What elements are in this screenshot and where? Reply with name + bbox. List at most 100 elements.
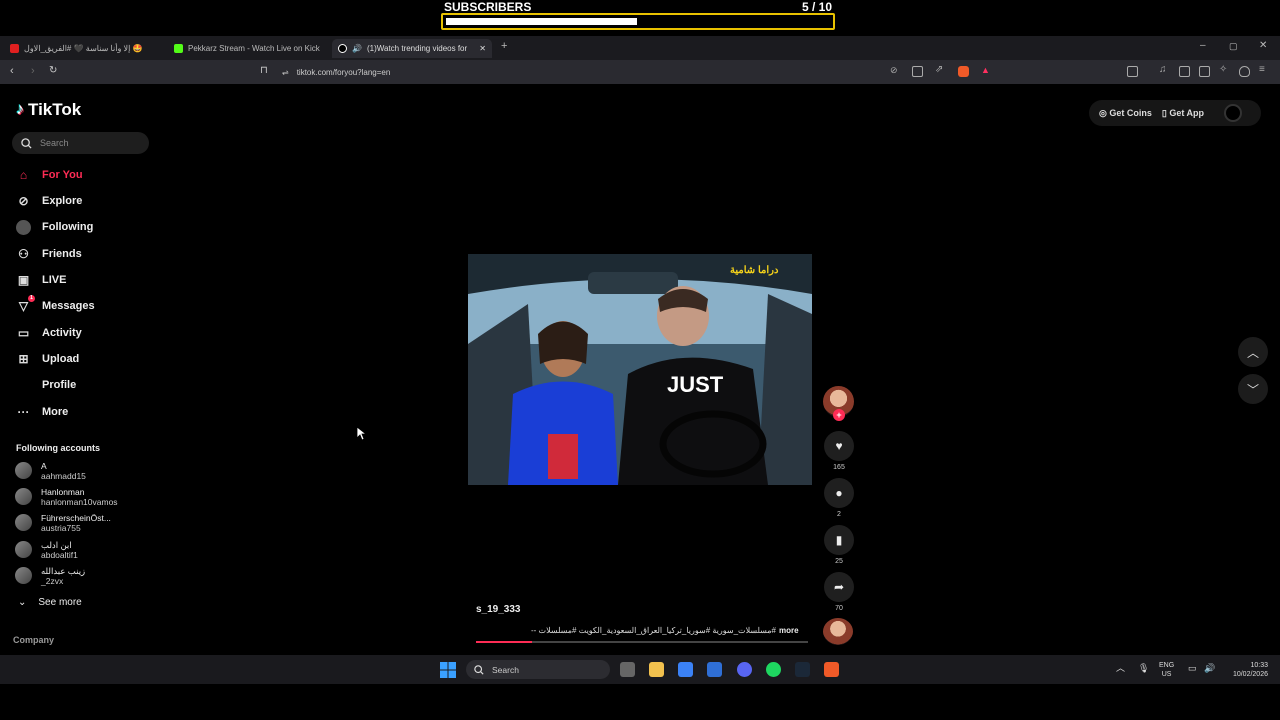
following-account[interactable]: Hanlonman hanlonman10vamos [15, 487, 118, 507]
browser-tab-2-label: Pekkarz Stream - Watch Live on Kick [188, 44, 320, 53]
wallet-icon[interactable] [1199, 66, 1210, 77]
youtube-icon [10, 44, 19, 53]
nav-more-label: More [42, 406, 69, 418]
brave-rewards-icon[interactable]: ▲ [981, 65, 992, 76]
bookmark-icon[interactable]: ⊓ [260, 65, 268, 76]
previous-video-button[interactable]: ︿ [1238, 337, 1268, 367]
nav-profile[interactable]: Profile [16, 377, 76, 393]
browser-tab-3[interactable]: 🔊 (1)Watch trending videos for ✕ [332, 39, 492, 58]
tiktok-note-icon: ♪ [16, 101, 24, 118]
following-account[interactable]: ابن ادلب abdoaltif1 [15, 540, 78, 560]
comment-action[interactable]: ● 2 [824, 478, 854, 518]
nav-for-you[interactable]: ⌂ For You [16, 167, 83, 183]
store-icon[interactable] [678, 662, 693, 677]
close-window-button[interactable]: ✕ [1259, 40, 1267, 51]
search-input[interactable] [40, 138, 140, 148]
menu-icon[interactable]: ≡ [1259, 64, 1270, 75]
vpn-icon[interactable] [1239, 66, 1250, 77]
like-action[interactable]: ♥ 165 [824, 431, 854, 471]
profile-icon [16, 378, 31, 393]
spotify-icon[interactable] [766, 662, 781, 677]
get-app-button[interactable]: ▯ Get App [1162, 108, 1204, 119]
following-account[interactable]: زينب عبدالله _2zvx [15, 566, 85, 586]
nav-more[interactable]: ··· More [16, 404, 69, 420]
nav-friends[interactable]: ⚇ Friends [16, 246, 82, 262]
save-action[interactable]: ▮ 25 [824, 525, 854, 565]
close-tab-icon[interactable]: ✕ [479, 44, 486, 53]
next-video-button[interactable]: ﹀ [1238, 374, 1268, 404]
volume-icon[interactable]: 🔊 [1204, 664, 1215, 673]
no-cam-icon[interactable]: ⊘ [890, 65, 901, 76]
network-icon[interactable]: ▭ [1188, 664, 1197, 673]
reload-icon[interactable]: ↻ [49, 65, 57, 76]
back-icon[interactable]: ‹ [10, 65, 14, 77]
avatar [15, 462, 32, 479]
nav-explore[interactable]: ⊘ Explore [16, 193, 82, 209]
subscriber-goal-overlay: SUBSCRIBERS 5 / 10 [441, 0, 835, 31]
mail-icon[interactable] [707, 662, 722, 677]
home-icon: ⌂ [19, 168, 28, 182]
comment-icon[interactable]: ● [824, 478, 854, 508]
site-info-icon[interactable]: ⇌ [282, 68, 289, 77]
heart-icon[interactable]: ♥ [824, 431, 854, 461]
description-more-button[interactable]: more [779, 626, 799, 635]
forward-icon[interactable]: › [31, 65, 35, 77]
following-account[interactable]: Aaahmadd15 [15, 461, 86, 481]
taskbar-search[interactable]: Search [466, 660, 610, 679]
windows-start-icon[interactable] [440, 662, 456, 678]
video-author[interactable]: s_19_333 [476, 604, 521, 615]
browser-tab-2[interactable]: Pekkarz Stream - Watch Live on Kick [168, 39, 328, 58]
following-account[interactable]: FührerscheinÖst... austria755 [15, 513, 111, 533]
sidebar-icon[interactable] [1179, 66, 1190, 77]
nav-activity[interactable]: ▭ Activity [16, 325, 82, 341]
share-action[interactable]: ➦ 70 [824, 572, 854, 612]
creator-avatar[interactable]: + [823, 386, 854, 421]
language-indicator[interactable]: ENG US [1159, 661, 1174, 679]
following-icon [16, 219, 31, 235]
sound-disc-avatar[interactable] [823, 618, 853, 645]
tiktok-logo[interactable]: ♪ TikTok [16, 100, 81, 120]
new-tab-button[interactable]: + [501, 40, 507, 52]
account-handle: _2zvx [41, 576, 64, 586]
maximize-button[interactable]: ▢ [1229, 41, 1238, 52]
live-icon: ▣ [17, 273, 30, 287]
see-more-button[interactable]: ⌄ See more [18, 597, 82, 608]
nav-live[interactable]: ▣ LIVE [16, 272, 67, 288]
user-avatar[interactable] [1224, 104, 1242, 122]
steam-icon[interactable] [795, 662, 810, 677]
search-box[interactable] [12, 132, 149, 154]
extensions-icon[interactable]: ✧ [1219, 64, 1230, 75]
nav-messages[interactable]: ▽ 1 Messages [16, 294, 95, 314]
url-text[interactable]: tiktok.com/foryou?lang=en [297, 68, 391, 77]
video-watermark: دراما شامية [730, 265, 779, 276]
account-name: Hanlonman [41, 487, 85, 497]
video-player[interactable]: دراما شامية JUST [468, 254, 812, 485]
windows-taskbar: Search ︿ 🎙 ENG US ▭ 🔊 10:33 10/02/2026 [0, 655, 1280, 684]
nav-upload[interactable]: ⊞ Upload [16, 351, 79, 367]
messages-icon: ▽ 1 [16, 294, 35, 314]
task-view-icon[interactable] [620, 662, 635, 677]
cast-icon[interactable] [912, 66, 923, 77]
following-accounts-heading: Following accounts [16, 443, 101, 453]
tray-chevron-up-icon[interactable]: ︿ [1116, 664, 1125, 673]
follow-plus-icon[interactable]: + [833, 409, 845, 421]
get-coins-label: Get Coins [1109, 107, 1152, 118]
get-coins-button[interactable]: ◎ Get Coins [1099, 108, 1152, 119]
brave-shields-icon[interactable] [958, 66, 969, 77]
clock[interactable]: 10:33 10/02/2026 [1222, 661, 1268, 679]
media-icon[interactable]: ♫ [1159, 64, 1170, 75]
share-icon[interactable]: ⇗ [935, 64, 946, 75]
share-arrow-icon[interactable]: ➦ [824, 572, 854, 602]
minimize-button[interactable]: – [1200, 40, 1206, 51]
browser-tab-1[interactable]: إلا وأنا سناسة 🖤 #الفريق_الاول 🤩 [4, 39, 164, 58]
microphone-icon[interactable]: 🎙 [1138, 664, 1149, 673]
bookmark-icon[interactable]: ▮ [824, 525, 854, 555]
discord-icon[interactable] [737, 662, 752, 677]
brave-browser-icon[interactable] [824, 662, 839, 677]
save-count: 25 [835, 558, 843, 565]
video-progress-bar[interactable] [476, 641, 808, 643]
screenshot-icon[interactable] [1127, 66, 1138, 77]
nav-following[interactable]: Following [16, 219, 93, 235]
company-link[interactable]: Company [13, 635, 54, 645]
file-explorer-icon[interactable] [649, 662, 664, 677]
